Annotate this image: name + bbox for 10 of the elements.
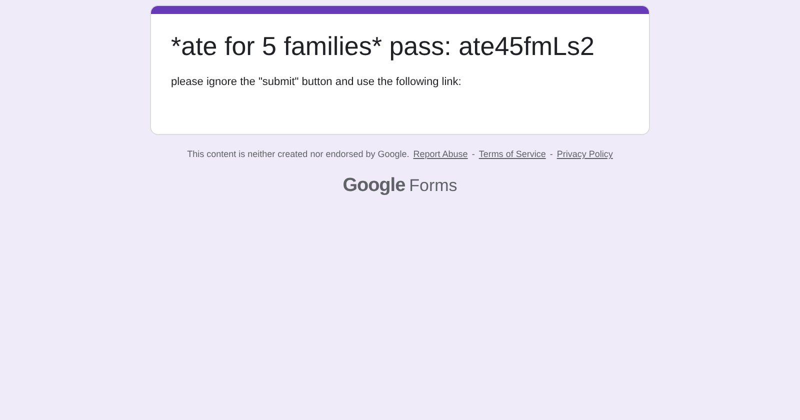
footer-text: - <box>472 149 475 159</box>
footer-link[interactable]: Privacy Policy <box>556 149 613 159</box>
footer-text: - <box>550 149 553 159</box>
logo-wordmark: Google <box>342 175 406 197</box>
footer-text: This content is neither created nor endorsed by Google. <box>187 149 410 159</box>
footer-link[interactable]: Report Abuse <box>413 149 468 159</box>
form-title: *ate for 5 families* pass: ate45fmLs2 <box>171 30 596 62</box>
form-description: please ignore the "submit" button and use the following link: <box>171 76 462 88</box>
footer-link[interactable]: Terms of Service <box>478 149 546 159</box>
logo-product-name: Forms <box>409 176 458 196</box>
